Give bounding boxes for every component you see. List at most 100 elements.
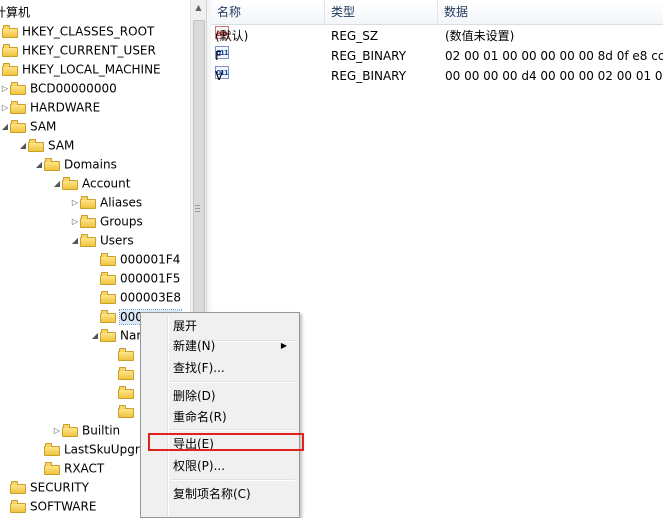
expand-arrow-icon[interactable]: ▷ — [70, 194, 80, 212]
expand-arrow-icon[interactable]: ▷ — [52, 422, 62, 440]
tree-node-label: SAM — [30, 119, 57, 134]
value-data: 02 00 01 00 00 00 00 00 8d 0f e8 cc 2 — [445, 49, 663, 63]
value-data: 00 00 00 00 d4 00 00 00 02 00 01 00 — [445, 69, 663, 83]
folder-icon — [62, 424, 78, 437]
folder-icon — [80, 234, 96, 247]
scroll-up-arrow-icon[interactable]: ▲ — [191, 0, 206, 15]
column-header-type[interactable]: 类型 — [325, 0, 438, 24]
value-type: REG_BINARY — [331, 49, 407, 63]
tree-node-rxact[interactable]: RXACT — [44, 459, 104, 477]
expand-arrow-icon[interactable]: ▷ — [0, 99, 10, 117]
folder-icon — [118, 348, 134, 361]
collapse-arrow-icon[interactable]: ◢ — [34, 156, 44, 174]
menu-item-copy-key-name[interactable]: 复制项名称(C) — [143, 483, 297, 505]
tree-node-label: SOFTWARE — [30, 499, 97, 514]
value-name: (默认) — [215, 29, 249, 43]
tree-node-aliases[interactable]: ▷ Aliases — [70, 193, 142, 211]
menu-separator — [171, 429, 295, 431]
tree-node-sam-sam[interactable]: ◢ SAM — [18, 136, 74, 154]
collapse-arrow-icon[interactable]: ◢ — [90, 327, 100, 345]
collapse-arrow-icon[interactable]: ◢ — [0, 118, 10, 136]
tree-node-label: HKEY_CURRENT_USER — [22, 43, 156, 58]
column-header-name[interactable]: 名称 — [211, 0, 325, 24]
menu-item-label: 重命名(R) — [173, 410, 227, 424]
folder-icon — [118, 367, 134, 380]
folder-icon — [100, 272, 116, 285]
menu-item-label: 新建(N) — [173, 339, 216, 353]
tree-node-names-child[interactable] — [118, 402, 138, 420]
tree-node-bcd[interactable]: ▷ BCD00000000 — [0, 79, 117, 97]
value-data: (数值未设置) — [445, 29, 515, 43]
tree-node-label: HKEY_CLASSES_ROOT — [22, 24, 155, 39]
folder-icon — [118, 386, 134, 399]
folder-icon — [80, 196, 96, 209]
tree-node-sam[interactable]: ◢ SAM — [0, 117, 56, 135]
value-row-default[interactable]: ab (默认) REG_SZ (数值未设置) — [211, 26, 663, 46]
tree-node-user-3e8[interactable]: 000003E8 — [100, 288, 181, 306]
tree-node-names-child[interactable] — [118, 364, 138, 382]
folder-icon — [10, 120, 26, 133]
value-name: F — [215, 49, 222, 63]
tree-root-computer[interactable]: 计算机 — [0, 3, 30, 21]
folder-icon — [118, 405, 134, 418]
tree-node-hardware[interactable]: ▷ HARDWARE — [0, 98, 100, 116]
value-row-v[interactable]: 011 V REG_BINARY 00 00 00 00 d4 00 00 00 … — [211, 66, 663, 86]
menu-item-rename[interactable]: 重命名(R) — [143, 406, 297, 428]
tree-node-names-child[interactable] — [118, 383, 138, 401]
menu-item-delete[interactable]: 删除(D) — [143, 385, 297, 407]
tree-node-label: Aliases — [100, 195, 143, 210]
tree-node-groups[interactable]: ▷ Groups — [70, 212, 143, 230]
tree-node-label: HARDWARE — [30, 100, 101, 115]
tree-node-label: SAM — [48, 138, 75, 153]
tree-node-user-1f4[interactable]: 000001F4 — [100, 250, 180, 268]
folder-icon — [100, 291, 116, 304]
folder-icon — [100, 329, 116, 342]
expand-arrow-icon[interactable]: ▷ — [0, 80, 10, 98]
tree-node-account[interactable]: ◢ Account — [52, 174, 131, 193]
tree-node-hklm[interactable]: HKEY_LOCAL_MACHINE — [2, 60, 161, 78]
folder-icon — [100, 310, 116, 323]
tree-node-builtin[interactable]: ▷ Builtin — [52, 421, 120, 439]
tree-node-users[interactable]: ◢ Users — [70, 231, 134, 249]
menu-item-permissions[interactable]: 权限(P)... — [143, 455, 297, 477]
tree-node-label: BCD00000000 — [30, 81, 117, 96]
folder-icon — [10, 82, 26, 95]
value-type: REG_SZ — [331, 29, 379, 43]
tree-node-names-child[interactable] — [118, 345, 138, 363]
folder-icon — [62, 177, 78, 190]
tree-node-hkcr[interactable]: HKEY_CLASSES_ROOT — [2, 22, 154, 40]
folder-icon — [44, 462, 60, 475]
tree-node-user-1f5[interactable]: 000001F5 — [100, 269, 180, 287]
tree-node-label: 000001F5 — [120, 271, 181, 286]
collapse-arrow-icon[interactable]: ◢ — [52, 175, 62, 193]
collapse-arrow-icon[interactable]: ◢ — [18, 137, 28, 155]
context-menu: 展开 新建(N) ▶ 查找(F)... 删除(D) 重命名(R) 导出(E) 权限… — [140, 312, 300, 518]
tree-node-label: Domains — [64, 157, 117, 172]
value-row-f[interactable]: 011 F REG_BINARY 02 00 01 00 00 00 00 00 … — [211, 46, 663, 66]
menu-item-label: 复制项名称(C) — [173, 487, 251, 501]
folder-icon — [10, 101, 26, 114]
tree-node-domains[interactable]: ◢ Domains — [34, 155, 117, 173]
menu-item-new[interactable]: 新建(N) ▶ — [143, 335, 297, 357]
menu-item-expand[interactable]: 展开 — [143, 315, 297, 337]
scrollbar-grip-icon — [195, 205, 200, 213]
tree-node-security[interactable]: SECURITY — [10, 478, 89, 496]
collapse-arrow-icon[interactable]: ◢ — [70, 232, 80, 250]
export-highlight-box — [148, 433, 304, 451]
expand-arrow-icon[interactable]: ▷ — [70, 213, 80, 231]
menu-item-label: 权限(P)... — [173, 459, 226, 473]
folder-icon — [28, 139, 44, 152]
folder-icon — [2, 63, 18, 76]
menu-item-find[interactable]: 查找(F)... — [143, 357, 297, 379]
tree-node-label: HKEY_LOCAL_MACHINE — [22, 62, 161, 77]
tree-node-label: SECURITY — [30, 480, 89, 495]
column-header-data[interactable]: 数据 — [438, 0, 663, 24]
menu-separator — [171, 479, 295, 481]
folder-icon — [10, 481, 26, 494]
folder-icon — [44, 443, 60, 456]
tree-node-software[interactable]: SOFTWARE — [10, 497, 96, 515]
tree-node-hkcu[interactable]: HKEY_CURRENT_USER — [2, 41, 156, 59]
folder-icon — [2, 25, 18, 38]
folder-icon — [80, 215, 96, 228]
tree-node-label: RXACT — [64, 461, 105, 476]
